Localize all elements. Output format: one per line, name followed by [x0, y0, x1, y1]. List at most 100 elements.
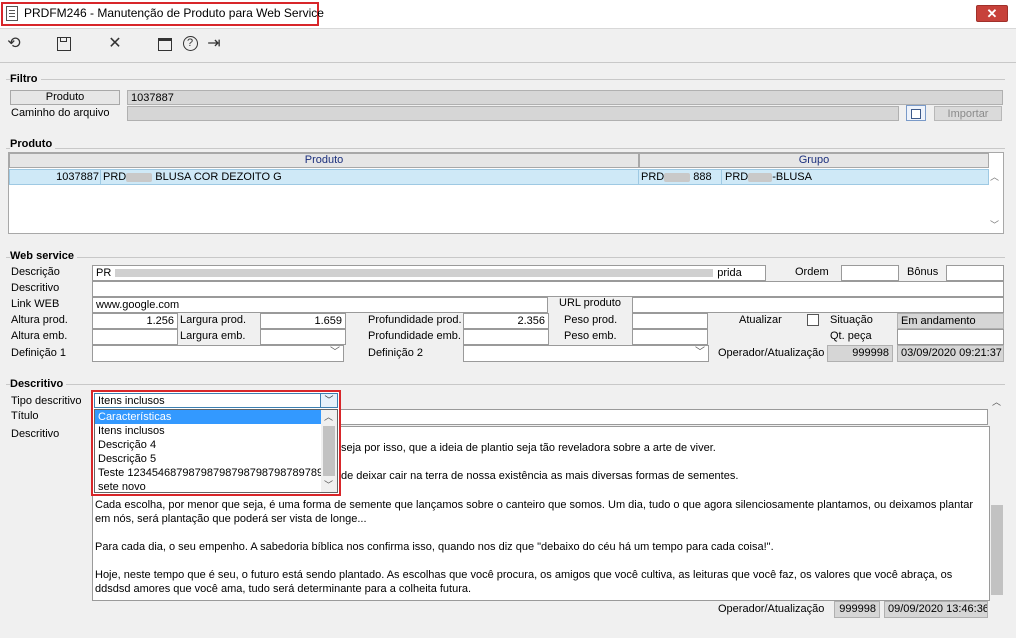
text-para-3: Cada escolha, por menor que seja, é uma … [95, 499, 974, 525]
definicao1-label: Definição 1 [11, 347, 67, 359]
caminho-label: Caminho do arquivo [11, 107, 110, 119]
grupo-prefix: PRD [641, 171, 665, 183]
grupo-col-header[interactable]: Grupo [639, 153, 989, 168]
grupo-num: 888 [693, 171, 712, 183]
caminho-field[interactable] [127, 106, 899, 121]
text-line-1: seja por isso, que a ideia de plantio se… [341, 442, 716, 454]
altura-emb-label: Altura emb. [11, 330, 68, 342]
descritivo-ws-field[interactable] [92, 281, 1004, 297]
peso-emb-field[interactable] [632, 329, 708, 345]
atualizar-checkbox[interactable] [807, 314, 819, 326]
url-produto-field[interactable] [632, 297, 1004, 313]
save-icon[interactable] [54, 34, 74, 54]
grupo-desc-cell: PRD -BLUSA [725, 170, 812, 184]
webservice-title: Web service [10, 250, 78, 262]
operador-ws-label: Operador/Atualização [718, 347, 825, 359]
text-line-2: de deixar cair na terra de nossa existên… [341, 470, 739, 482]
altura-prod-label: Altura prod. [11, 314, 68, 326]
profundidade-emb-label: Profundidade emb. [368, 330, 461, 342]
descritivo-title: Descritivo [10, 378, 67, 390]
altura-prod-field[interactable]: 1.256 [92, 313, 178, 329]
cancel-icon[interactable]: ✕ [105, 34, 125, 54]
link-web-label: Link WEB [11, 298, 60, 310]
ordem-label: Ordem [795, 266, 829, 278]
exit-icon[interactable]: ⇥ [204, 34, 224, 54]
cell-divider [638, 169, 639, 185]
undo-icon[interactable]: ⟲ [4, 34, 24, 54]
largura-emb-field[interactable] [260, 329, 346, 345]
scroll-up-icon[interactable]: ︿ [992, 395, 1001, 408]
situacao-field: Em andamento [897, 313, 1004, 329]
redacted-block [126, 172, 153, 182]
descritivo-scrollbar[interactable]: ︿ [990, 393, 1004, 600]
cell-divider [721, 169, 722, 185]
peso-emb-label: Peso emb. [564, 330, 617, 342]
redacted-block [664, 172, 691, 182]
produto-title: Produto [10, 138, 56, 150]
qt-peca-field[interactable] [897, 329, 1004, 345]
scroll-up-icon[interactable]: ︿ [990, 170, 999, 183]
url-produto-label: URL produto [549, 297, 631, 309]
link-web-field[interactable]: www.google.com [92, 297, 548, 313]
dropdown-highlight [91, 390, 341, 496]
peso-prod-label: Peso prod. [564, 314, 618, 326]
webservice-line [6, 257, 1005, 258]
largura-prod-field[interactable]: 1.659 [260, 313, 346, 329]
tipo-descritivo-label: Tipo descritivo [11, 395, 82, 407]
grupo-desc-suffix: -BLUSA [772, 171, 812, 183]
bonus-field[interactable] [946, 265, 1004, 281]
importar-button[interactable]: Importar [934, 106, 1002, 121]
descricao-field[interactable]: PR prida [92, 265, 766, 281]
largura-emb-label: Largura emb. [180, 330, 246, 342]
filtro-line [6, 79, 1005, 80]
titulo-field[interactable] [340, 409, 988, 425]
cell-divider [100, 169, 101, 185]
produto-desc-cell: PRD BLUSA COR DEZOITO G [103, 170, 282, 184]
window-title: PRDFM246 - Manutenção de Produto para We… [24, 6, 324, 20]
chevron-down-icon: ﹀ [330, 347, 340, 358]
operador-ws-field: 999998 [827, 345, 893, 362]
redacted-block [748, 172, 773, 182]
produto-code-cell: 1037887 [56, 171, 99, 183]
bonus-label: Bônus [907, 266, 939, 278]
definicao2-label: Definição 2 [368, 347, 424, 359]
largura-prod-label: Largura prod. [180, 314, 247, 326]
titulo-label: Título [11, 410, 39, 422]
scroll-thumb[interactable] [991, 505, 1003, 595]
descricao-prefix: PR [96, 267, 112, 279]
file-browse-icon[interactable] [906, 105, 926, 121]
altura-emb-field[interactable] [92, 329, 178, 345]
peso-prod-field[interactable] [632, 313, 708, 329]
operador-desc-label: Operador/Atualização [718, 603, 825, 615]
operador-desc-field: 999998 [834, 601, 880, 618]
produto-desc-prefix: PRD [103, 171, 127, 183]
help-glyph: ? [182, 36, 198, 51]
atualizacao-desc-field: 09/09/2020 13:46:36 [884, 601, 988, 618]
produto-col-header[interactable]: Produto [9, 153, 639, 168]
profundidade-prod-label: Profundidade prod. [368, 314, 462, 326]
toolbar-separator [0, 62, 1016, 63]
filtro-title: Filtro [10, 73, 41, 85]
calendar-icon[interactable] [155, 34, 175, 54]
chevron-down-icon: ﹀ [695, 347, 705, 358]
produto-line [6, 148, 1005, 149]
text-para-4: Para cada dia, o seu empenho. A sabedori… [95, 541, 774, 553]
scroll-down-icon[interactable]: ﹀ [990, 218, 999, 231]
atualizar-label: Atualizar [739, 314, 782, 326]
definicao2-select[interactable]: ﹀ [463, 345, 709, 362]
qt-peca-label: Qt. peça [830, 330, 872, 342]
produto-filter-field[interactable]: 1037887 [127, 90, 1003, 105]
grupo-code-cell: PRD 888 [641, 170, 712, 184]
profundidade-prod-field[interactable]: 2.356 [463, 313, 549, 329]
definicao1-select[interactable]: ﹀ [92, 345, 344, 362]
grupo-desc-prefix: PRD [725, 171, 749, 183]
produto-desc-suffix: BLUSA COR DEZOITO G [155, 171, 282, 183]
descricao-label: Descrição [11, 266, 60, 278]
help-icon[interactable]: ? [180, 34, 200, 54]
ordem-field[interactable] [841, 265, 899, 281]
close-button[interactable]: ✕ [976, 5, 1008, 22]
descritivo-label: Descritivo [11, 428, 60, 440]
situacao-label: Situação [830, 314, 873, 326]
profundidade-emb-field[interactable] [463, 329, 549, 345]
descricao-suffix: prida [717, 267, 742, 279]
